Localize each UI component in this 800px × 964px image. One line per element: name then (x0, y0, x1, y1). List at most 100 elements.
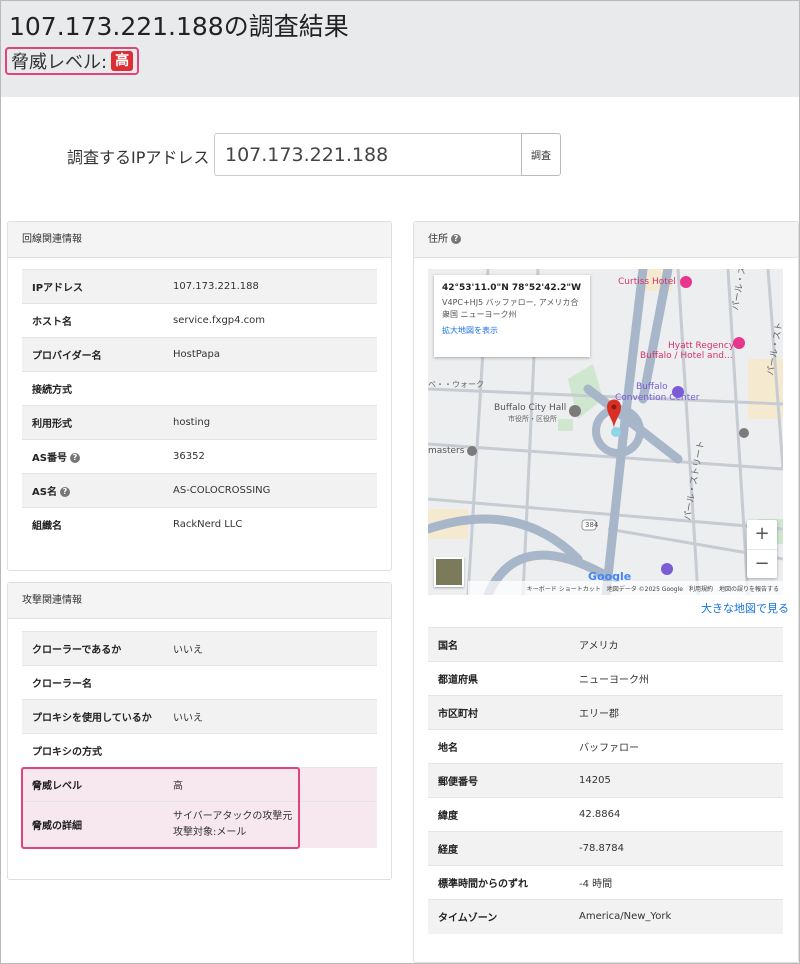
table-row: AS名? AS-COLOCROSSING (22, 473, 377, 508)
table-row: AS番号? 36352 (22, 439, 377, 474)
map-label-masters: masters (428, 446, 465, 456)
table-row: クローラーであるか いいえ (22, 631, 377, 666)
address-table: 国名 アメリカ 都道府県 ニューヨーク州 市区町村 エリー郡 地名 バッファロー 郵便番… (428, 627, 783, 934)
table-row: プロキシの方式 (22, 733, 377, 768)
big-map-link[interactable]: 大きな地図で見る (701, 600, 789, 616)
row-value: アメリカ (569, 627, 783, 662)
map-label-hyatt: Hyatt Regency (668, 341, 735, 351)
zoom-in-button[interactable]: + (747, 520, 777, 549)
map-label-cityhall: Buffalo City Hall (494, 403, 567, 413)
ip-search-input[interactable] (214, 133, 522, 176)
row-key: 脅威の詳細 (22, 801, 163, 848)
row-key: 組織名 (22, 507, 163, 542)
row-key: 経度 (428, 831, 569, 866)
map-expand-link[interactable]: 拡大地図を表示 (442, 325, 582, 336)
row-key: 国名 (428, 627, 569, 662)
map-view[interactable]: 42°53'11.0"N 78°52'42.2"W V4PC+HJ5 バッファロ… (428, 269, 783, 595)
row-key-text: AS名 (32, 487, 57, 498)
threat-level-heading: 脅威レベル: 高 (5, 47, 140, 75)
line-info-table: IPアドレス 107.173.221.188 ホスト名 service.fxgp4.… (22, 269, 377, 542)
table-row: 緯度 42.8864 (428, 797, 783, 832)
search-button[interactable]: 調査 (521, 133, 561, 176)
row-key: AS番号? (22, 439, 163, 474)
table-row: 都道府県 ニューヨーク州 (428, 661, 783, 696)
row-key: 都道府県 (428, 661, 569, 696)
row-value: RackNerd LLC (163, 507, 377, 542)
report-error-link[interactable]: 地図の誤りを報告する (719, 584, 779, 593)
table-row: 脅威レベル高 (22, 767, 377, 802)
row-value: いいえ (163, 631, 377, 666)
row-value: エリー郡 (569, 695, 783, 730)
row-value: service.fxgp4.com (163, 303, 377, 338)
row-key: プロバイダー名 (22, 337, 163, 372)
map-info-popup: 42°53'11.0"N 78°52'42.2"W V4PC+HJ5 バッファロ… (434, 275, 590, 357)
map-label-hyatt-2: Buffalo / Hotel and... (640, 351, 733, 361)
table-row: タイムゾーン America/New_York (428, 899, 783, 934)
map-plus-code: V4PC+HJ5 バッファロー, アメリカ合衆国 ニューヨーク州 (442, 298, 579, 319)
keyboard-shortcut-link[interactable]: キーボード ショートカット (527, 584, 601, 593)
help-icon[interactable]: ? (69, 453, 80, 463)
map-coordinates: 42°53'11.0"N 78°52'42.2"W (442, 283, 581, 293)
row-value: いいえ (163, 699, 377, 734)
table-row: 標準時間からのずれ -4 時間 (428, 865, 783, 900)
address-heading: 住所? (414, 222, 798, 258)
map-zoom-control: + − (747, 520, 777, 578)
row-value (163, 665, 377, 700)
map-data-credit: 地図データ ©2025 Google (606, 585, 683, 593)
attack-info-table: クローラーであるか いいえ クローラー名 プロキシを使用しているか いいえ プロキシ… (22, 631, 377, 848)
page-header: 107.173.221.188の調査結果 脅威レベル: 高 (1, 1, 799, 97)
map-footer: キーボード ショートカット 地図データ ©2025 Google 利用規約 地図… (468, 581, 783, 595)
table-row: プロキシを使用しているか いいえ (22, 699, 377, 734)
row-key: プロキシの方式 (22, 733, 163, 768)
row-value: サイバーアタックの攻撃元 攻撃対象:メール (163, 801, 377, 848)
row-value (163, 371, 377, 406)
row-value (163, 733, 377, 768)
table-row: クローラー名 (22, 665, 377, 700)
row-key: 利用形式 (22, 405, 163, 440)
row-key: 緯度 (428, 797, 569, 832)
row-value: AS-COLOCROSSING (163, 473, 377, 508)
help-icon[interactable]: ? (451, 234, 461, 244)
row-key: 標準時間からのずれ (428, 865, 569, 900)
threat-level-label: 脅威レベル: (11, 52, 108, 73)
map-label-west: ベ・・ウォーク (428, 380, 484, 389)
table-row: 脅威の詳細 サイバーアタックの攻撃元 攻撃対象:メール (22, 801, 377, 848)
row-value: ニューヨーク州 (569, 661, 783, 696)
page-title: 107.173.221.188の調査結果 (9, 12, 349, 41)
row-key: 脅威レベル (22, 767, 163, 802)
help-icon[interactable]: ? (59, 487, 70, 497)
row-key: 市区町村 (428, 695, 569, 730)
row-value: バッファロー (569, 729, 783, 764)
row-key: ホスト名 (22, 303, 163, 338)
terms-link[interactable]: 利用規約 (689, 584, 713, 593)
table-row: プロバイダー名 HostPapa (22, 337, 377, 372)
table-row: 組織名 RackNerd LLC (22, 507, 377, 542)
map-label-convention-2: Convention Center (615, 393, 700, 403)
row-value: America/New_York (569, 899, 783, 934)
zoom-out-button[interactable]: − (747, 549, 777, 578)
row-value: -4 時間 (569, 865, 783, 900)
row-key-text: AS番号 (32, 453, 67, 464)
row-value: 107.173.221.188 (163, 269, 377, 304)
map-label-curtiss: Curtiss Hotel (618, 277, 676, 287)
address-heading-text: 住所 (428, 234, 448, 245)
row-value: -78.8784 (569, 831, 783, 866)
map-route-label: 384 (585, 521, 599, 529)
line-info-heading: 回線関連情報 (8, 222, 391, 258)
ip-search-label: 調査するIPアドレス (67, 148, 210, 167)
satellite-toggle[interactable] (434, 557, 464, 587)
row-value: 42.8864 (569, 797, 783, 832)
row-key: クローラーであるか (22, 631, 163, 666)
row-key: IPアドレス (22, 269, 163, 304)
row-value: 高 (163, 767, 377, 802)
row-value: 36352 (163, 439, 377, 474)
row-value: 14205 (569, 763, 783, 798)
table-row: 国名 アメリカ (428, 627, 783, 662)
map-label-cityhall-2: 市役所・区役所 (508, 415, 557, 423)
threat-level-badge: 高 (111, 51, 134, 71)
table-row: 郵便番号 14205 (428, 763, 783, 798)
row-key: 郵便番号 (428, 763, 569, 798)
table-row: 市区町村 エリー郡 (428, 695, 783, 730)
table-row: 利用形式 hosting (22, 405, 377, 440)
table-row: IPアドレス 107.173.221.188 (22, 269, 377, 304)
